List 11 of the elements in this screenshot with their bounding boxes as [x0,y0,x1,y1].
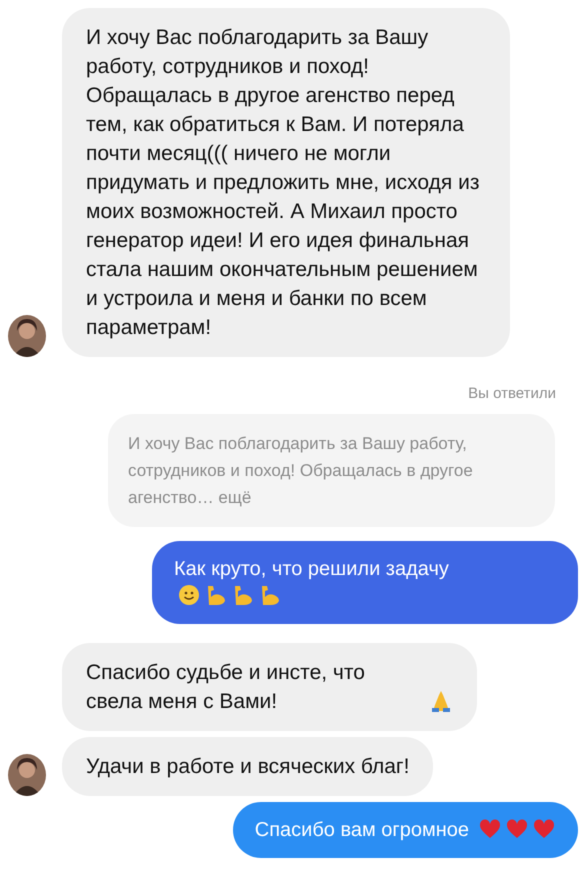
message-text: Спасибо судьбе и инсте, что свела меня с Вами! [86,660,366,715]
message-text: Как круто, что решили задачу [174,557,449,582]
message-text: И хочу Вас поблагодарить за Вашу работу, сотрудников и поход! Обращалась в другое агенство перед тем, как обратиться к Вам. И потеряла почти месяц((( ничего не могли придумать и предложить мне, исходя из моих возможностей. А Михаил просто генератор идеи! И его идея финальная стала нашим окончательным решением и устроила и меня и банки по всем параметрам! [86,25,480,341]
reply-label: Вы ответили [468,385,556,402]
message-text: Спасибо вам огромное [254,818,469,843]
heart-icon [532,817,556,841]
smiley-icon [177,583,201,607]
heart-icon [505,817,529,841]
message-text: Удачи в работе и всяческих благ! [86,754,410,780]
quoted-message: И хочу Вас поблагодарить за Вашу работу, сотрудников и поход! Обращалась в другое агенство… ещё [108,414,555,527]
heart-icon [478,817,502,841]
